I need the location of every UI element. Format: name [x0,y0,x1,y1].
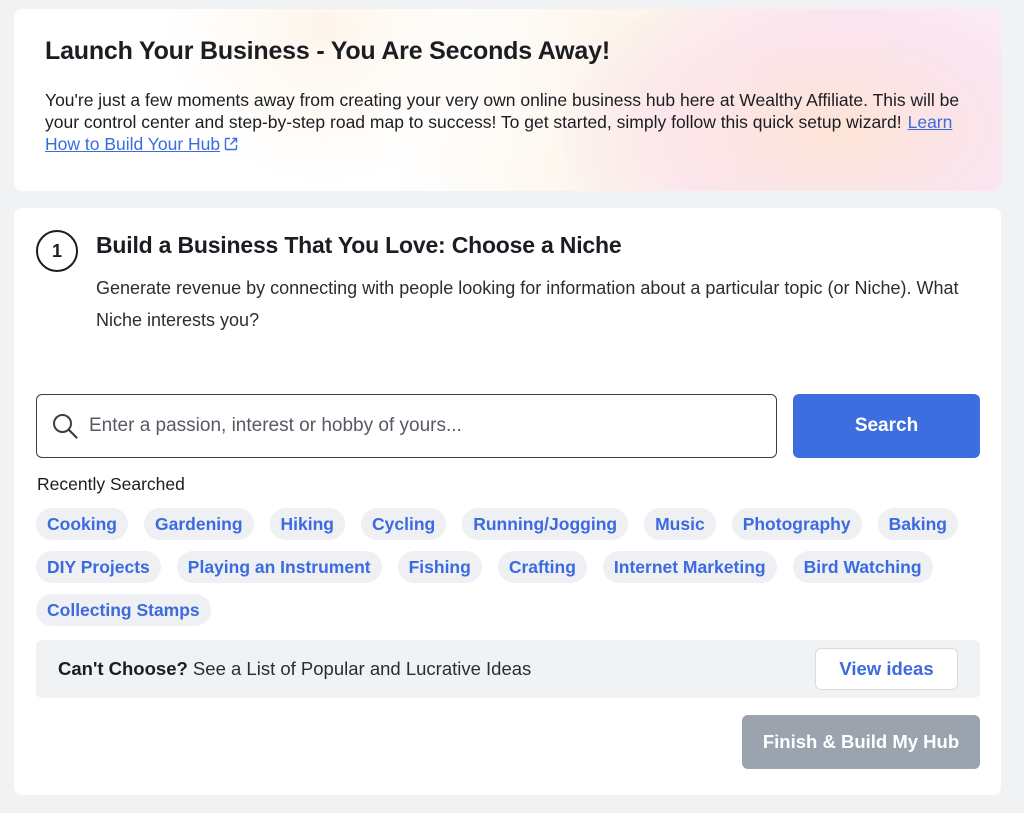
chip-baking[interactable]: Baking [877,508,958,540]
chip-collecting-stamps[interactable]: Collecting Stamps [36,594,211,626]
chip-crafting[interactable]: Crafting [497,551,587,583]
ideas-bar: Can't Choose? See a List of Popular and … [36,640,980,698]
recently-searched-label: Recently Searched [37,474,185,494]
ideas-text: Can't Choose? See a List of Popular and … [58,658,531,680]
chip-cooking[interactable]: Cooking [36,508,128,540]
recent-search-chips: Cooking Gardening Hiking Cycling Running… [36,508,986,626]
chip-fishing[interactable]: Fishing [397,551,482,583]
niche-search-box[interactable] [36,394,777,458]
intro-description: You're just a few moments away from crea… [45,89,975,155]
chip-gardening[interactable]: Gardening [144,508,254,540]
niche-step-card: 1 Build a Business That You Love: Choose… [14,208,1001,795]
chip-diy-projects[interactable]: DIY Projects [36,551,161,583]
external-link-icon[interactable] [224,137,238,151]
chip-photography[interactable]: Photography [731,508,862,540]
search-icon [53,414,78,439]
search-button[interactable]: Search [793,394,980,458]
intro-banner-content: Launch Your Business - You Are Seconds A… [14,9,1001,155]
chip-music[interactable]: Music [644,508,716,540]
chip-bird-watching[interactable]: Bird Watching [792,551,933,583]
niche-search-input[interactable] [89,406,776,446]
chip-cycling[interactable]: Cycling [361,508,447,540]
chip-hiking[interactable]: Hiking [269,508,345,540]
finish-build-hub-button[interactable]: Finish & Build My Hub [742,715,980,769]
intro-description-text: You're just a few moments away from crea… [45,90,960,132]
view-ideas-button[interactable]: View ideas [815,648,958,690]
chip-internet-marketing[interactable]: Internet Marketing [602,551,777,583]
step-description: Generate revenue by connecting with peop… [96,278,959,330]
step-number-badge: 1 [36,230,78,272]
ideas-rest-text: See a List of Popular and Lucrative Idea… [187,658,532,679]
chip-playing-instrument[interactable]: Playing an Instrument [176,551,382,583]
step-title: Build a Business That You Love: Choose a… [96,232,622,258]
page-title: Launch Your Business - You Are Seconds A… [45,37,610,65]
chip-running-jogging[interactable]: Running/Jogging [462,508,629,540]
ideas-bold-text: Can't Choose? [58,658,188,679]
intro-banner: Launch Your Business - You Are Seconds A… [14,9,1001,191]
